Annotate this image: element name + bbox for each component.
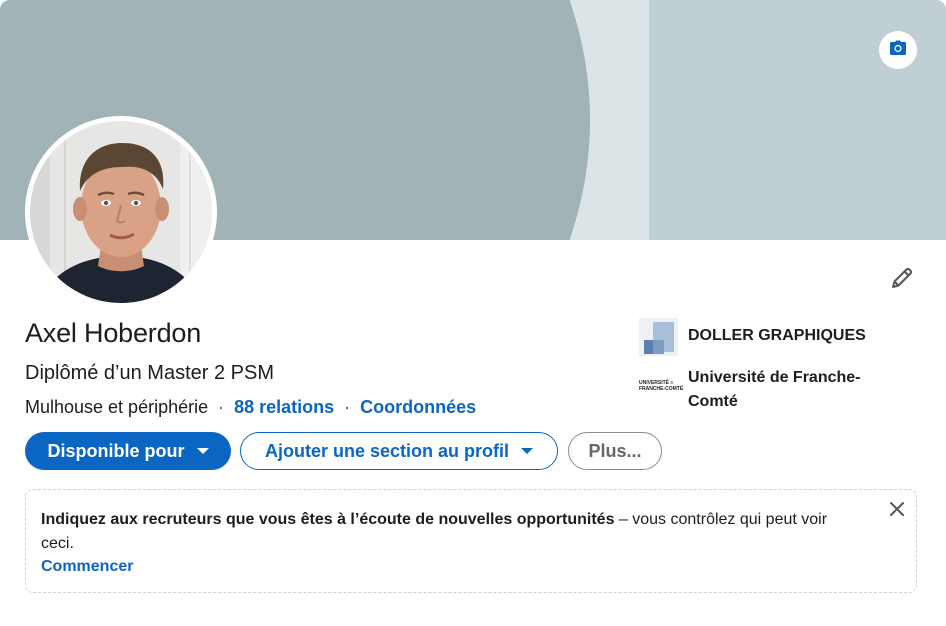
open-to-button[interactable]: Disponible pour	[25, 432, 231, 470]
notice-close-button[interactable]	[884, 498, 910, 524]
avatar[interactable]	[25, 116, 217, 308]
company-name: DOLLER GRAPHIQUES	[688, 327, 866, 344]
profile-meta-row: Mulhouse et périphérie · 88 relations · …	[25, 397, 476, 418]
add-section-label: Ajouter une section au profil	[264, 440, 510, 461]
profile-location: Mulhouse et périphérie	[25, 397, 209, 417]
education-school[interactable]: UNIVERSITÉ ≡ FRANCHE-COMTÉ Université de…	[639, 366, 908, 414]
open-to-label: Disponible pour	[47, 440, 185, 461]
company-logo	[639, 318, 678, 356]
camera-icon	[889, 40, 907, 61]
meta-separator: ·	[218, 397, 225, 417]
avatar-photo	[30, 121, 212, 303]
current-company[interactable]: DOLLER GRAPHIQUES	[639, 318, 908, 356]
notice-bold-text: Indiquez aux recruteurs que vous êtes à …	[41, 511, 615, 528]
school-logo: UNIVERSITÉ ≡ FRANCHE-COMTÉ	[639, 366, 684, 404]
open-to-work-notice: Indiquez aux recruteurs que vous êtes à …	[25, 489, 917, 593]
add-profile-section-button[interactable]: Ajouter une section au profil	[240, 432, 558, 470]
more-label: Plus...	[588, 440, 642, 461]
notice-text: Indiquez aux recruteurs que vous êtes à …	[41, 508, 861, 556]
caret-down-icon	[521, 448, 534, 454]
notice-start-link[interactable]: Commencer	[41, 556, 133, 578]
profile-headline: Diplômé d’un Master 2 PSM	[25, 362, 274, 384]
contact-info-link[interactable]: Coordonnées	[360, 397, 476, 418]
profile-name: Axel Hoberdon	[25, 318, 202, 348]
close-icon	[889, 501, 905, 522]
school-name: Université de Franche-Comté	[688, 369, 861, 410]
caret-down-icon	[196, 448, 209, 454]
profile-card: Axel Hoberdon Diplômé d’un Master 2 PSM …	[0, 0, 946, 626]
school-logo-line-2: FRANCHE-COMTÉ	[639, 386, 684, 392]
meta-separator: ·	[344, 397, 351, 417]
pencil-icon	[890, 266, 914, 295]
edit-profile-button[interactable]	[884, 262, 920, 298]
relations-link[interactable]: 88 relations	[234, 397, 334, 418]
edit-banner-button[interactable]	[879, 31, 917, 69]
more-button[interactable]: Plus...	[568, 432, 662, 470]
